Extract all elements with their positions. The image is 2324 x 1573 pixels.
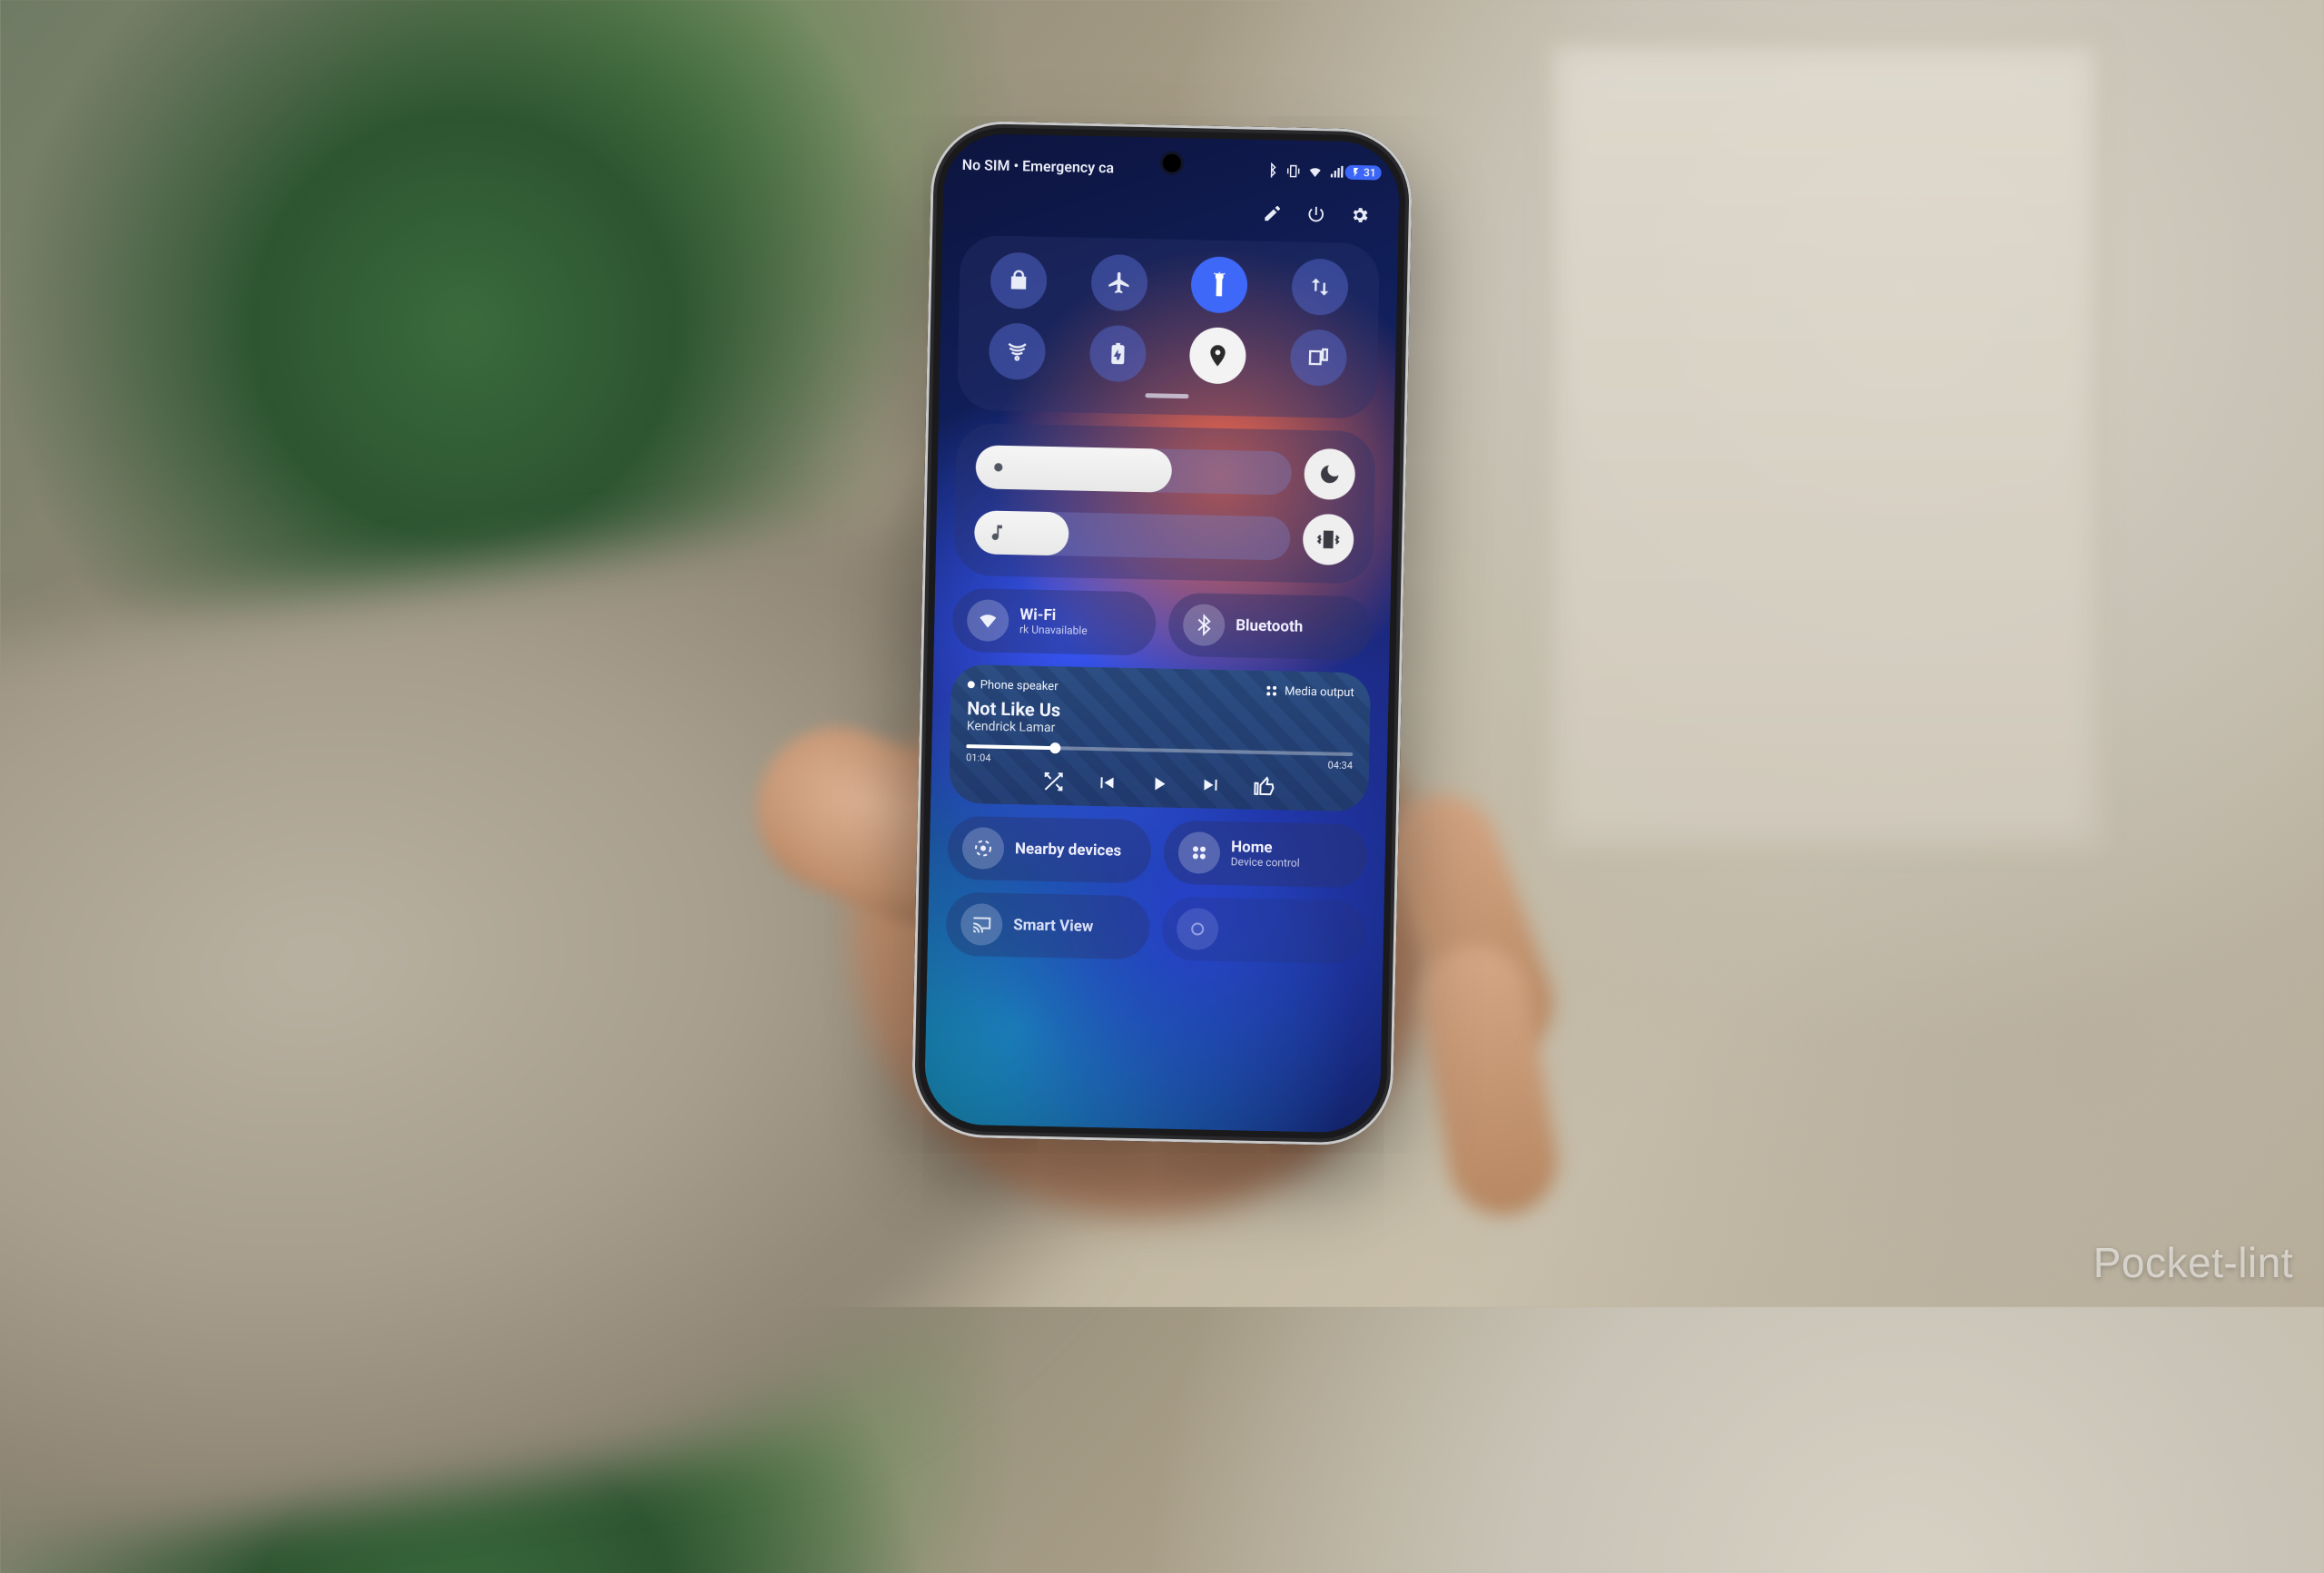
smartview-title: Smart View — [1013, 917, 1094, 936]
bluetooth-chip[interactable]: Bluetooth — [1167, 593, 1372, 661]
media-total: 04:34 — [1327, 759, 1353, 772]
media-player: Phone speaker Media output Not Like Us K… — [949, 664, 1371, 812]
wifi-chip[interactable]: Wi-Fi rk Unavailable — [952, 588, 1157, 656]
bluetooth-title: Bluetooth — [1236, 617, 1303, 635]
panel-toolbar — [960, 192, 1381, 231]
sun-icon — [989, 457, 1009, 477]
toggle-airplane-mode[interactable] — [1090, 254, 1147, 311]
status-bar: No SIM • Emergency ca 31 — [961, 150, 1382, 188]
panel-drag-handle[interactable] — [1145, 393, 1188, 398]
shuffle-button[interactable] — [1042, 771, 1065, 796]
power-icon[interactable] — [1305, 204, 1326, 228]
toggle-hotspot[interactable] — [989, 323, 1046, 380]
signal-status-icon — [1329, 163, 1345, 180]
bluetooth-icon — [1193, 614, 1215, 635]
media-output-button[interactable]: Media output — [1265, 683, 1354, 700]
volume-slider[interactable] — [974, 510, 1291, 560]
quick-toggles-panel — [957, 235, 1380, 419]
status-text: No SIM • Emergency ca — [962, 155, 1259, 179]
watermark: Pocket-lint — [2093, 1238, 2293, 1287]
home-control-chip[interactable]: Home Device control — [1163, 821, 1367, 889]
dnd-button[interactable] — [1304, 448, 1355, 500]
play-button[interactable] — [1147, 772, 1170, 798]
next-button[interactable] — [1200, 774, 1223, 800]
toggle-multi-window[interactable] — [1290, 329, 1347, 386]
media-source: Phone speaker — [968, 678, 1059, 693]
vibrate-icon — [1316, 527, 1341, 552]
brightness-slider[interactable] — [975, 445, 1292, 495]
bluetooth-status-icon — [1264, 162, 1280, 179]
toggle-location[interactable] — [1189, 327, 1246, 384]
cast-icon — [970, 913, 992, 935]
nearby-title: Nearby devices — [1015, 841, 1122, 860]
nearby-icon — [972, 837, 994, 859]
settings-icon[interactable] — [1349, 205, 1370, 229]
edit-icon[interactable] — [1262, 203, 1283, 227]
connectivity-row: Wi-Fi rk Unavailable Bluetooth — [952, 588, 1373, 661]
prev-button[interactable] — [1095, 772, 1118, 797]
toggle-battery-saver[interactable] — [1089, 325, 1147, 382]
like-button[interactable] — [1253, 775, 1275, 801]
media-elapsed: 01:04 — [966, 752, 991, 764]
nearby-devices-chip[interactable]: Nearby devices — [947, 816, 1151, 884]
modes-icon — [1187, 918, 1208, 939]
wifi-subtitle: rk Unavailable — [1019, 624, 1088, 637]
modes-chip[interactable] — [1161, 897, 1365, 965]
grid-icon — [1188, 841, 1210, 863]
battery-pct: 31 — [1364, 166, 1376, 179]
vibrate-status-icon — [1285, 162, 1302, 179]
home-subtitle: Device control — [1231, 856, 1300, 870]
toggle-rotation-lock[interactable] — [990, 252, 1048, 310]
battery-pill: 31 — [1345, 165, 1382, 181]
toggle-flashlight[interactable] — [1191, 256, 1248, 313]
smart-view-chip[interactable]: Smart View — [946, 892, 1150, 960]
wifi-status-icon — [1307, 163, 1324, 180]
wifi-icon — [977, 609, 999, 631]
note-icon — [987, 523, 1007, 543]
toggle-data-transfer[interactable] — [1291, 259, 1348, 316]
sliders-panel — [953, 423, 1375, 585]
mute-button[interactable] — [1303, 514, 1354, 565]
phone-frame: No SIM • Emergency ca 31 — [911, 120, 1413, 1146]
phone-screen: No SIM • Emergency ca 31 — [924, 133, 1401, 1133]
moon-icon — [1317, 462, 1342, 487]
